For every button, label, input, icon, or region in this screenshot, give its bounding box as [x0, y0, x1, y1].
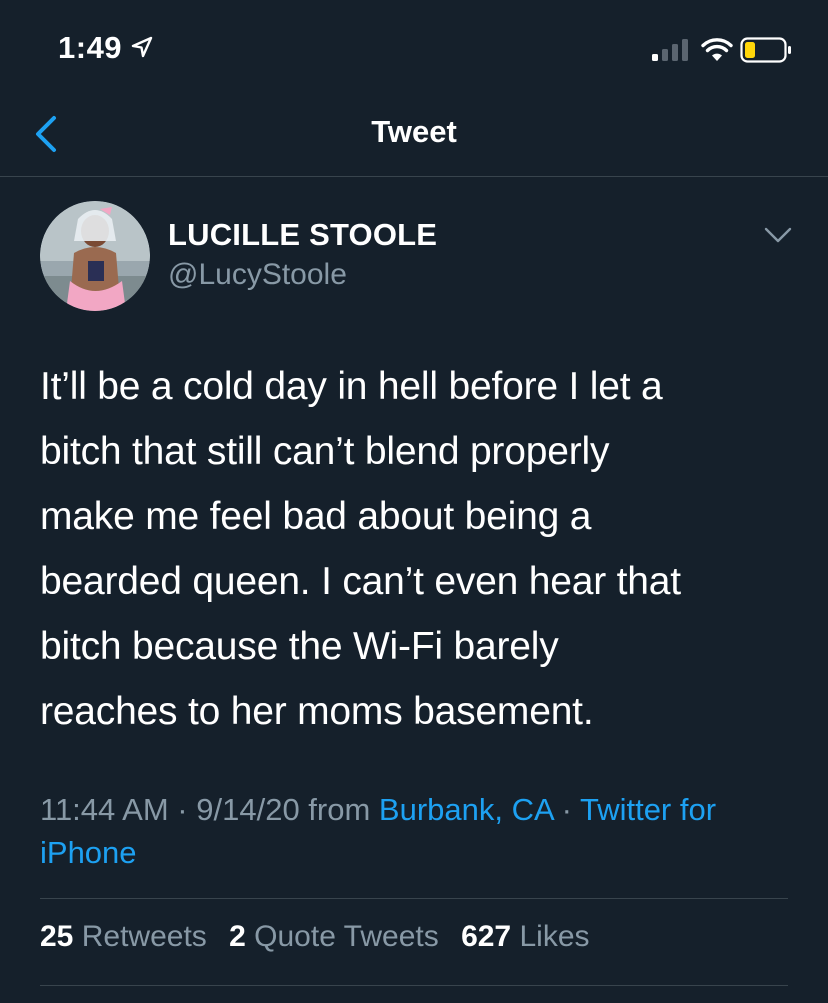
page-title: Tweet [371, 114, 457, 149]
tweet-metadata: 11:44 AM · 9/14/20 from Burbank, CA · Tw… [40, 788, 800, 874]
divider [40, 985, 788, 986]
retweets-count: 25 [40, 920, 74, 953]
signal-bars-icon [652, 39, 688, 61]
location-arrow-icon [131, 36, 153, 58]
chevron-down-icon[interactable] [760, 221, 796, 249]
status-time: 1:49 [58, 30, 123, 65]
navigation-bar: Tweet [0, 90, 828, 177]
likes-stat[interactable]: 627 Likes [461, 920, 589, 953]
from-text: from [299, 792, 379, 827]
likes-label: Likes [519, 920, 590, 953]
tweet-time: 11:44 AM [40, 792, 169, 827]
author-display-name[interactable]: LUCILLE STOOLE [168, 217, 437, 253]
divider [40, 898, 788, 899]
retweets-label: Retweets [81, 920, 207, 953]
location-link[interactable]: Burbank, CA [379, 792, 553, 827]
tweet-header: LUCILLE STOOLE @LucyStoole [0, 177, 828, 327]
tweet-text: It’ll be a cold day in hell before I let… [40, 365, 681, 733]
meta-separator: · [552, 792, 580, 827]
avatar[interactable] [40, 201, 150, 311]
author-handle[interactable]: @LucyStoole [168, 258, 347, 292]
quote-tweets-label: Quote Tweets [254, 920, 439, 953]
likes-count: 627 [461, 920, 512, 953]
wifi-icon [701, 38, 733, 61]
quote-tweets-count: 2 [229, 920, 246, 953]
status-bar: 1:49 [0, 0, 828, 90]
retweets-stat[interactable]: 25 Retweets [40, 920, 207, 953]
engagement-stats: 25 Retweets 2 Quote Tweets 627 Likes [40, 920, 604, 954]
tweet-date: 9/14/20 [196, 792, 300, 827]
battery-low-icon [740, 37, 791, 63]
quote-tweets-stat[interactable]: 2 Quote Tweets [229, 920, 439, 953]
meta-separator: · [168, 792, 197, 827]
